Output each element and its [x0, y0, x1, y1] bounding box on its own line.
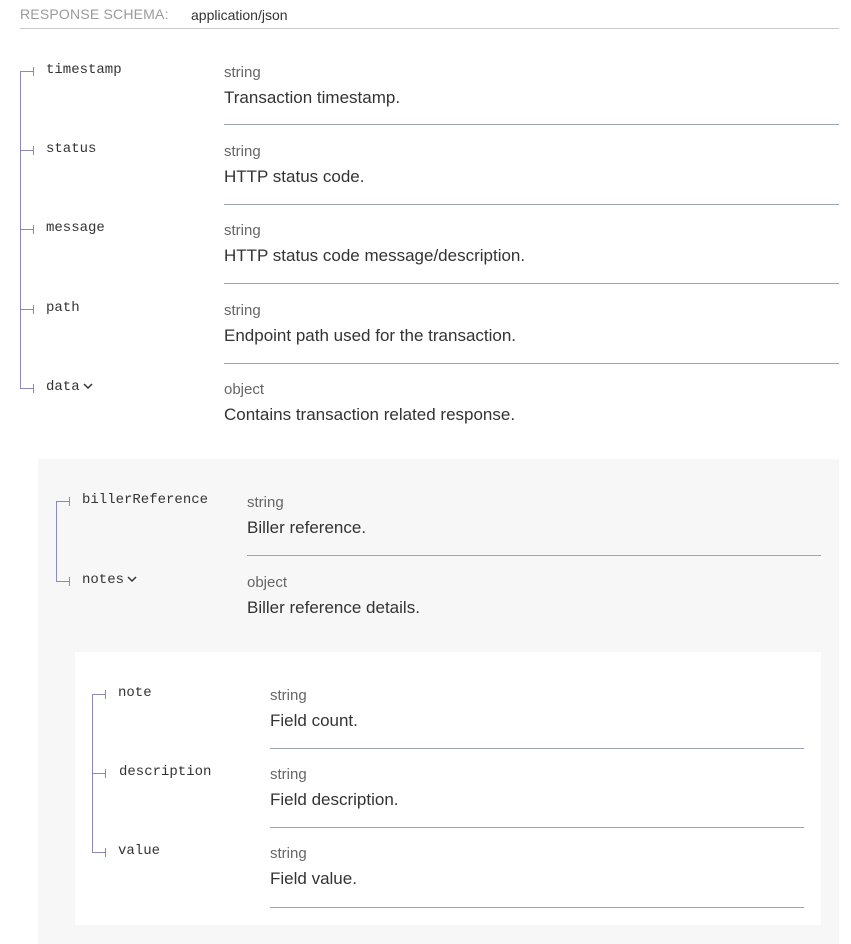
property-name-billerReference: billerReference	[82, 492, 209, 508]
property-type: string	[224, 143, 261, 160]
property-details-notes: object Biller reference details.	[247, 574, 821, 634]
property-type: string	[270, 766, 307, 783]
tree-line	[56, 501, 57, 582]
property-name-data: data	[46, 379, 80, 395]
property-type: string	[270, 687, 307, 704]
tree-connector	[20, 67, 34, 76]
property-type: object	[247, 574, 288, 591]
property-description: Transaction timestamp.	[224, 88, 401, 107]
property-details-message: string HTTP status code message/descript…	[224, 222, 839, 284]
property-name-timestamp: timestamp	[46, 62, 122, 78]
property-description: Endpoint path used for the transaction.	[224, 326, 517, 345]
property-type: string	[270, 845, 307, 862]
property-type: object	[224, 381, 265, 398]
property-name-value: value	[118, 843, 161, 859]
property-details-note: string Field count.	[270, 687, 804, 749]
tree-connector	[92, 848, 106, 857]
tree-connector	[20, 305, 34, 314]
property-details-status: string HTTP status code.	[224, 143, 839, 205]
property-details-value: string Field value.	[270, 845, 804, 908]
property-description: Field count.	[270, 711, 358, 730]
property-name-message: message	[46, 220, 105, 236]
property-description: HTTP status code.	[224, 167, 365, 186]
tree-connector	[20, 384, 34, 393]
notes-expand-toggle[interactable]: notes	[82, 572, 137, 588]
property-description: Biller reference.	[247, 518, 367, 537]
property-type: string	[247, 494, 284, 511]
tree-connector	[56, 497, 70, 506]
property-type: string	[224, 222, 261, 239]
property-name-note: note	[118, 685, 152, 701]
property-description: HTTP status code message/description.	[224, 246, 526, 265]
chevron-down-icon	[83, 383, 93, 390]
schema-header: RESPONSE SCHEMA: application/json	[20, 0, 839, 29]
property-name-path: path	[46, 300, 80, 316]
property-details-description: string Field description.	[270, 766, 804, 828]
chevron-down-icon	[127, 576, 137, 583]
tree-connector	[20, 146, 34, 155]
property-details-path: string Endpoint path used for the transa…	[224, 302, 839, 364]
tree-connector	[92, 769, 106, 778]
property-name-description: description	[119, 764, 212, 780]
data-expand-toggle[interactable]: data	[46, 379, 93, 395]
property-details-timestamp: string Transaction timestamp.	[224, 64, 839, 125]
schema-header-label: RESPONSE SCHEMA:	[20, 6, 169, 22]
tree-connector	[92, 690, 106, 699]
property-type: string	[224, 64, 261, 81]
tree-connector	[56, 577, 70, 586]
content-type-label: application/json	[191, 7, 288, 23]
property-description: Field value.	[270, 869, 357, 888]
tree-connector	[20, 225, 34, 234]
property-name-notes: notes	[82, 572, 125, 588]
response-schema-panel: RESPONSE SCHEMA: application/json timest…	[0, 0, 851, 944]
property-details-data: object Contains transaction related resp…	[224, 381, 839, 441]
property-description: Biller reference details.	[247, 598, 420, 617]
property-details-billerReference: string Biller reference.	[247, 494, 821, 556]
property-name-status: status	[46, 141, 97, 157]
property-description: Field description.	[270, 790, 399, 809]
property-type: string	[224, 302, 261, 319]
property-description: Contains transaction related response.	[224, 405, 516, 424]
